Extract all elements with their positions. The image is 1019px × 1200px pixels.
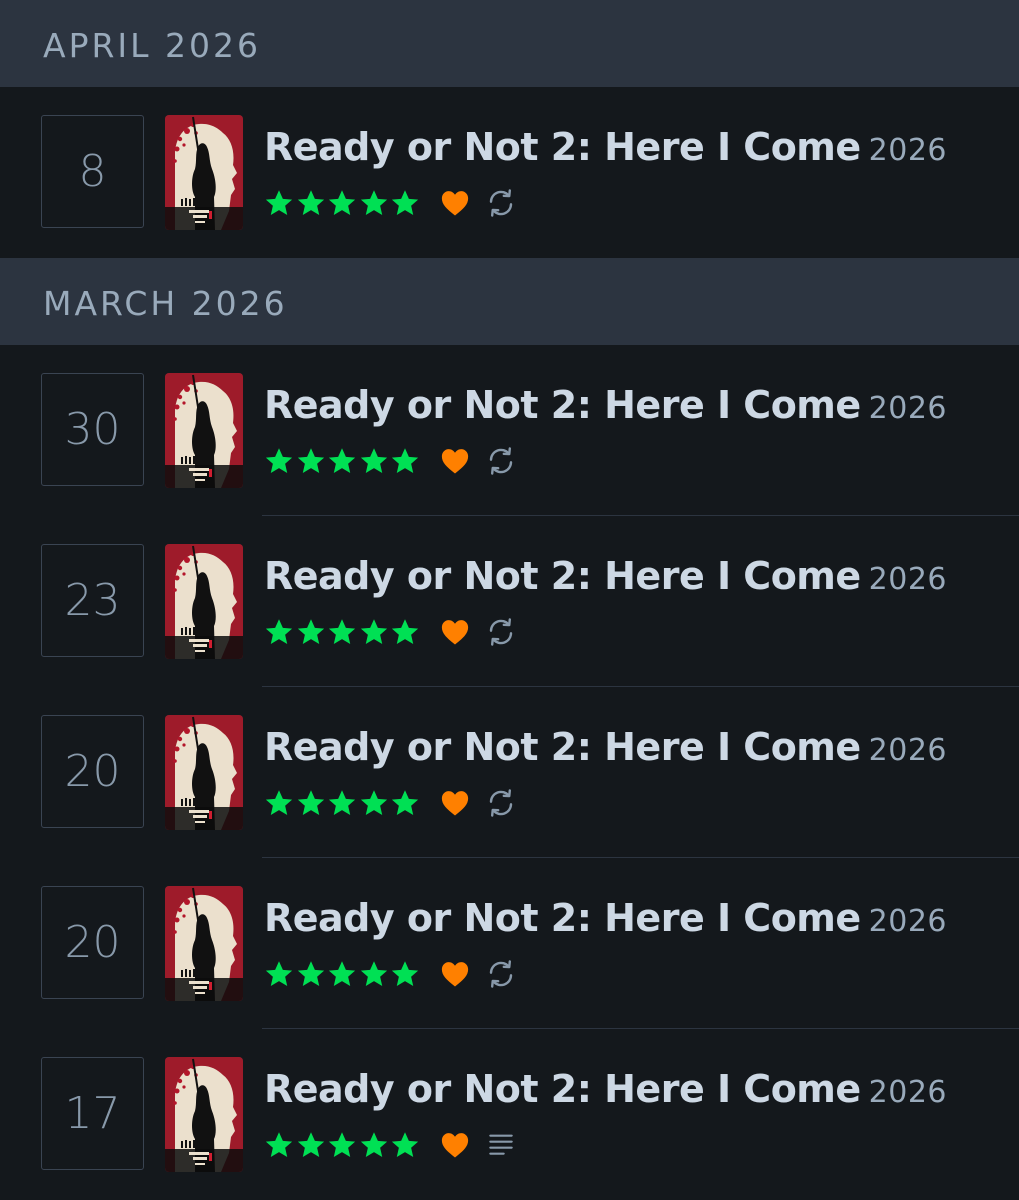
- star-icon: [297, 961, 324, 986]
- star-icon: [297, 190, 324, 215]
- film-poster[interactable]: [165, 886, 243, 1001]
- film-title-line[interactable]: Ready or Not 2: Here I Come 2026: [264, 554, 947, 598]
- star-icon: [360, 619, 387, 644]
- star-icon: [328, 961, 356, 986]
- month-header: APRIL 2026: [0, 0, 1019, 87]
- film-title[interactable]: Ready or Not 2: Here I Come: [264, 383, 861, 427]
- star-icon: [297, 790, 324, 815]
- month-title: MARCH 2026: [43, 284, 288, 323]
- star-icon: [360, 448, 387, 473]
- heart-icon: [441, 191, 468, 216]
- month-title: APRIL 2026: [43, 26, 261, 65]
- star-icon: [297, 619, 324, 644]
- day-number[interactable]: 17: [41, 1057, 144, 1170]
- film-title-line[interactable]: Ready or Not 2: Here I Come 2026: [264, 1067, 947, 1111]
- film-year: 2026: [868, 391, 948, 426]
- star-icon: [391, 1132, 419, 1157]
- film-poster[interactable]: [165, 115, 243, 230]
- review-icon: [488, 1134, 513, 1155]
- star-icon: [360, 961, 387, 986]
- entry-meta: [264, 956, 517, 992]
- star-icon: [328, 790, 356, 815]
- star-rating: [264, 959, 422, 989]
- entry-meta: [264, 614, 517, 650]
- film-title[interactable]: Ready or Not 2: Here I Come: [264, 1067, 861, 1111]
- rewatch-icon: [489, 789, 512, 817]
- heart-icon: [441, 620, 468, 645]
- film-poster[interactable]: [165, 1057, 243, 1172]
- film-year: 2026: [868, 904, 948, 939]
- film-year: 2026: [868, 133, 948, 168]
- film-poster[interactable]: [165, 715, 243, 830]
- star-icon: [391, 961, 419, 986]
- rewatch-icon: [489, 189, 512, 217]
- film-title[interactable]: Ready or Not 2: Here I Come: [264, 725, 861, 769]
- star-icon: [265, 790, 293, 815]
- star-icon: [265, 448, 293, 473]
- diary-entry[interactable]: 20 Ready or Not 2: Here I Come 2026: [0, 858, 1019, 1029]
- diary-entry[interactable]: 30 Ready or Not 2: Here I Come 2026: [0, 345, 1019, 516]
- film-title-line[interactable]: Ready or Not 2: Here I Come 2026: [264, 125, 947, 169]
- film-year: 2026: [868, 1075, 948, 1110]
- star-icon: [360, 1132, 387, 1157]
- entry-meta: [264, 443, 517, 479]
- heart-icon: [441, 1133, 468, 1158]
- film-poster[interactable]: [165, 544, 243, 659]
- day-number[interactable]: 8: [41, 115, 144, 228]
- rewatch-icon: [489, 618, 512, 646]
- film-title-line[interactable]: Ready or Not 2: Here I Come 2026: [264, 725, 947, 769]
- film-title-line[interactable]: Ready or Not 2: Here I Come 2026: [264, 896, 947, 940]
- month-header: MARCH 2026: [0, 258, 1019, 345]
- star-rating: [264, 188, 422, 218]
- day-number[interactable]: 23: [41, 544, 144, 657]
- star-icon: [360, 190, 387, 215]
- film-title[interactable]: Ready or Not 2: Here I Come: [264, 896, 861, 940]
- star-icon: [360, 790, 387, 815]
- film-title[interactable]: Ready or Not 2: Here I Come: [264, 554, 861, 598]
- star-icon: [297, 448, 324, 473]
- film-title[interactable]: Ready or Not 2: Here I Come: [264, 125, 861, 169]
- star-icon: [297, 1132, 324, 1157]
- film-year: 2026: [868, 733, 948, 768]
- star-rating: [264, 788, 422, 818]
- star-rating: [264, 1130, 422, 1160]
- day-number[interactable]: 20: [41, 715, 144, 828]
- star-rating: [264, 617, 422, 647]
- diary-entry[interactable]: 8 Ready or Not 2: Here I Come 2026: [0, 87, 1019, 258]
- star-icon: [391, 448, 419, 473]
- star-icon: [265, 1132, 293, 1157]
- star-icon: [265, 619, 293, 644]
- diary-list: APRIL 2026 8 Ready or Not 2: Here I Come…: [0, 0, 1019, 1200]
- entry-meta: [264, 785, 517, 821]
- star-rating: [264, 446, 422, 476]
- star-icon: [328, 190, 356, 215]
- heart-icon: [441, 791, 468, 816]
- diary-entry[interactable]: 20 Ready or Not 2: Here I Come 2026: [0, 687, 1019, 858]
- star-icon: [328, 448, 356, 473]
- star-icon: [328, 1132, 356, 1157]
- heart-icon: [441, 962, 468, 987]
- rewatch-icon: [489, 960, 512, 988]
- star-icon: [265, 961, 293, 986]
- entry-meta: [264, 1127, 517, 1163]
- star-icon: [265, 190, 293, 215]
- film-title-line[interactable]: Ready or Not 2: Here I Come 2026: [264, 383, 947, 427]
- entry-meta: [264, 185, 517, 221]
- diary-entry[interactable]: 17 Ready or Not 2: Here I Come 2026: [0, 1029, 1019, 1200]
- star-icon: [391, 790, 419, 815]
- film-poster[interactable]: [165, 373, 243, 488]
- heart-icon: [441, 449, 468, 474]
- rewatch-icon: [489, 447, 512, 475]
- diary-entry[interactable]: 23 Ready or Not 2: Here I Come 2026: [0, 516, 1019, 687]
- film-year: 2026: [868, 562, 948, 597]
- star-icon: [328, 619, 356, 644]
- day-number[interactable]: 30: [41, 373, 144, 486]
- star-icon: [391, 190, 419, 215]
- star-icon: [391, 619, 419, 644]
- day-number[interactable]: 20: [41, 886, 144, 999]
